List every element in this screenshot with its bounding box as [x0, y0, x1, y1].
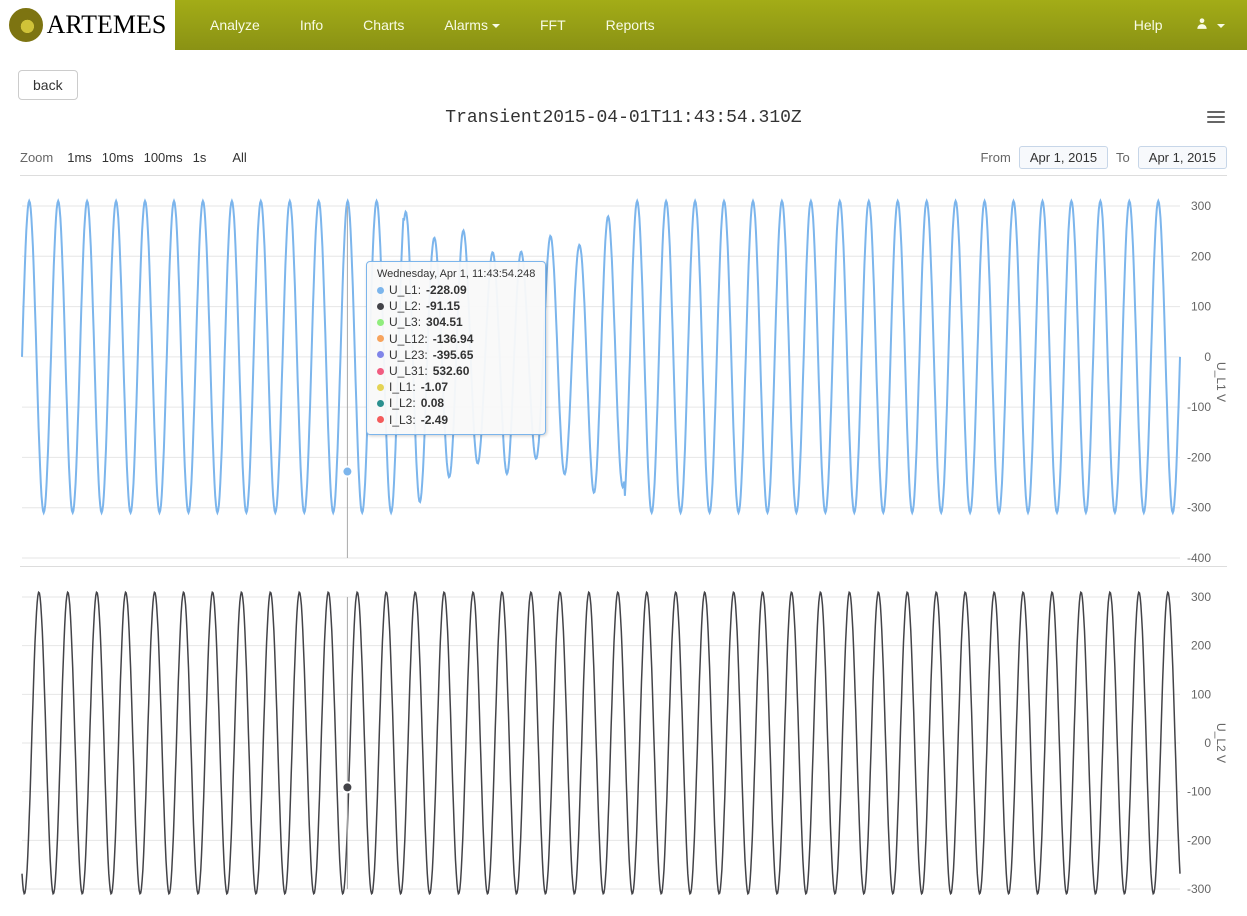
- tooltip-series-name: U_L1:: [389, 282, 421, 298]
- chart-tooltip: Wednesday, Apr 1, 11:43:54.248 U_L1: -22…: [366, 261, 546, 435]
- series-dot-icon: [377, 384, 384, 391]
- nav-fft[interactable]: FFT: [520, 1, 586, 49]
- chart-U_L2-svg[interactable]: 300 200 100 0 -100 -200 -300 U_L2 V: [20, 567, 1227, 897]
- charts-area: 300 200 100 0 -100 -200 -300 -400 U_L1 V Wednesd…: [20, 175, 1227, 897]
- series-dot-icon: [377, 287, 384, 294]
- tooltip-row: U_L31: 532.60: [377, 363, 535, 379]
- nav-items: Analyze Info Charts Alarms FFT Reports: [175, 1, 1114, 49]
- series-dot-icon: [377, 351, 384, 358]
- chart-U_L2[interactable]: 300 200 100 0 -100 -200 -300 U_L2 V: [20, 566, 1227, 897]
- from-date-input[interactable]: Apr 1, 2015: [1019, 146, 1108, 169]
- chart-context-menu-button[interactable]: [1207, 108, 1225, 126]
- zoom-1s[interactable]: 1s: [191, 150, 209, 165]
- tooltip-series-value: -2.49: [421, 412, 448, 428]
- zoom-all[interactable]: All: [230, 150, 248, 165]
- series-dot-icon: [377, 303, 384, 310]
- nav-info[interactable]: Info: [280, 1, 343, 49]
- tooltip-row: U_L12: -136.94: [377, 331, 535, 347]
- tooltip-series-value: 304.51: [426, 314, 463, 330]
- series-dot-icon: [377, 319, 384, 326]
- svg-text:100: 100: [1191, 687, 1211, 701]
- svg-text:-100: -100: [1187, 785, 1211, 799]
- tooltip-row: I_L2: 0.08: [377, 395, 535, 411]
- svg-text:U_L2 V: U_L2 V: [1214, 723, 1227, 763]
- chart-U_L1-svg[interactable]: 300 200 100 0 -100 -200 -300 -400 U_L1 V: [20, 176, 1227, 566]
- chart-U_L1[interactable]: 300 200 100 0 -100 -200 -300 -400 U_L1 V Wednesd…: [20, 175, 1227, 566]
- svg-text:0: 0: [1204, 350, 1211, 364]
- chevron-down-icon: [1217, 24, 1225, 28]
- svg-text:300: 300: [1191, 590, 1211, 604]
- nav-analyze[interactable]: Analyze: [190, 1, 280, 49]
- svg-text:-100: -100: [1187, 400, 1211, 414]
- nav-reports[interactable]: Reports: [586, 1, 675, 49]
- series-dot-icon: [377, 368, 384, 375]
- series-dot-icon: [377, 416, 384, 423]
- zoom-1ms[interactable]: 1ms: [65, 150, 94, 165]
- nav-right: Help: [1114, 0, 1247, 51]
- series-dot-icon: [377, 335, 384, 342]
- tooltip-series-name: I_L1:: [389, 379, 416, 395]
- chevron-down-icon: [492, 24, 500, 28]
- tooltip-series-name: U_L31:: [389, 363, 428, 379]
- zoom-100ms[interactable]: 100ms: [142, 150, 185, 165]
- tooltip-series-value: 0.08: [421, 395, 444, 411]
- tooltip-row: I_L3: -2.49: [377, 412, 535, 428]
- tooltip-series-name: U_L23:: [389, 347, 428, 363]
- to-label: To: [1116, 150, 1130, 165]
- svg-text:-200: -200: [1187, 450, 1211, 464]
- user-icon: [1195, 17, 1213, 34]
- svg-text:200: 200: [1191, 249, 1211, 263]
- tooltip-series-value: -136.94: [433, 331, 474, 347]
- svg-text:-300: -300: [1187, 882, 1211, 896]
- tooltip-series-value: -1.07: [421, 379, 448, 395]
- brand-logo[interactable]: ARTEMES: [0, 0, 175, 50]
- svg-text:0: 0: [1204, 736, 1211, 750]
- svg-text:200: 200: [1191, 639, 1211, 653]
- zoom-label: Zoom: [20, 150, 53, 165]
- user-menu[interactable]: [1183, 0, 1237, 51]
- chart-title: Transient2015-04-01T11:43:54.310Z: [0, 108, 1247, 128]
- content: back Transient2015-04-01T11:43:54.310Z Z…: [0, 50, 1247, 897]
- svg-text:100: 100: [1191, 300, 1211, 314]
- brand-text: ARTEMES: [47, 10, 167, 40]
- tooltip-row: I_L1: -1.07: [377, 379, 535, 395]
- tooltip-series-name: U_L2:: [389, 298, 421, 314]
- back-button[interactable]: back: [18, 70, 78, 100]
- svg-text:300: 300: [1191, 199, 1211, 213]
- tooltip-series-value: -91.15: [426, 298, 460, 314]
- svg-text:-400: -400: [1187, 551, 1211, 565]
- nav-help[interactable]: Help: [1114, 1, 1183, 49]
- zoom-10ms[interactable]: 10ms: [100, 150, 136, 165]
- svg-text:-200: -200: [1187, 833, 1211, 847]
- chart-controls: Zoom 1ms 10ms 100ms 1s All From Apr 1, 2…: [20, 146, 1227, 169]
- tooltip-series-value: -228.09: [426, 282, 467, 298]
- tooltip-series-value: 532.60: [433, 363, 470, 379]
- tooltip-row: U_L1: -228.09: [377, 282, 535, 298]
- tooltip-row: U_L3: 304.51: [377, 314, 535, 330]
- tooltip-row: U_L23: -395.65: [377, 347, 535, 363]
- nav-charts[interactable]: Charts: [343, 1, 424, 49]
- tooltip-row: U_L2: -91.15: [377, 298, 535, 314]
- tooltip-series-value: -395.65: [433, 347, 474, 363]
- tooltip-series-name: I_L2:: [389, 395, 416, 411]
- zoom-group: Zoom 1ms 10ms 100ms 1s All: [20, 150, 249, 165]
- svg-text:U_L1 V: U_L1 V: [1214, 362, 1227, 402]
- tooltip-series-name: U_L3:: [389, 314, 421, 330]
- from-label: From: [980, 150, 1010, 165]
- series-dot-icon: [377, 400, 384, 407]
- tooltip-series-name: U_L12:: [389, 331, 428, 347]
- date-range-group: From Apr 1, 2015 To Apr 1, 2015: [980, 146, 1227, 169]
- nav-alarms[interactable]: Alarms: [424, 1, 520, 49]
- logo-icon: [9, 8, 43, 42]
- svg-text:-300: -300: [1187, 501, 1211, 515]
- navbar: ARTEMES Analyze Info Charts Alarms FFT R…: [0, 0, 1247, 50]
- tooltip-title: Wednesday, Apr 1, 11:43:54.248: [377, 268, 535, 280]
- tooltip-series-name: I_L3:: [389, 412, 416, 428]
- to-date-input[interactable]: Apr 1, 2015: [1138, 146, 1227, 169]
